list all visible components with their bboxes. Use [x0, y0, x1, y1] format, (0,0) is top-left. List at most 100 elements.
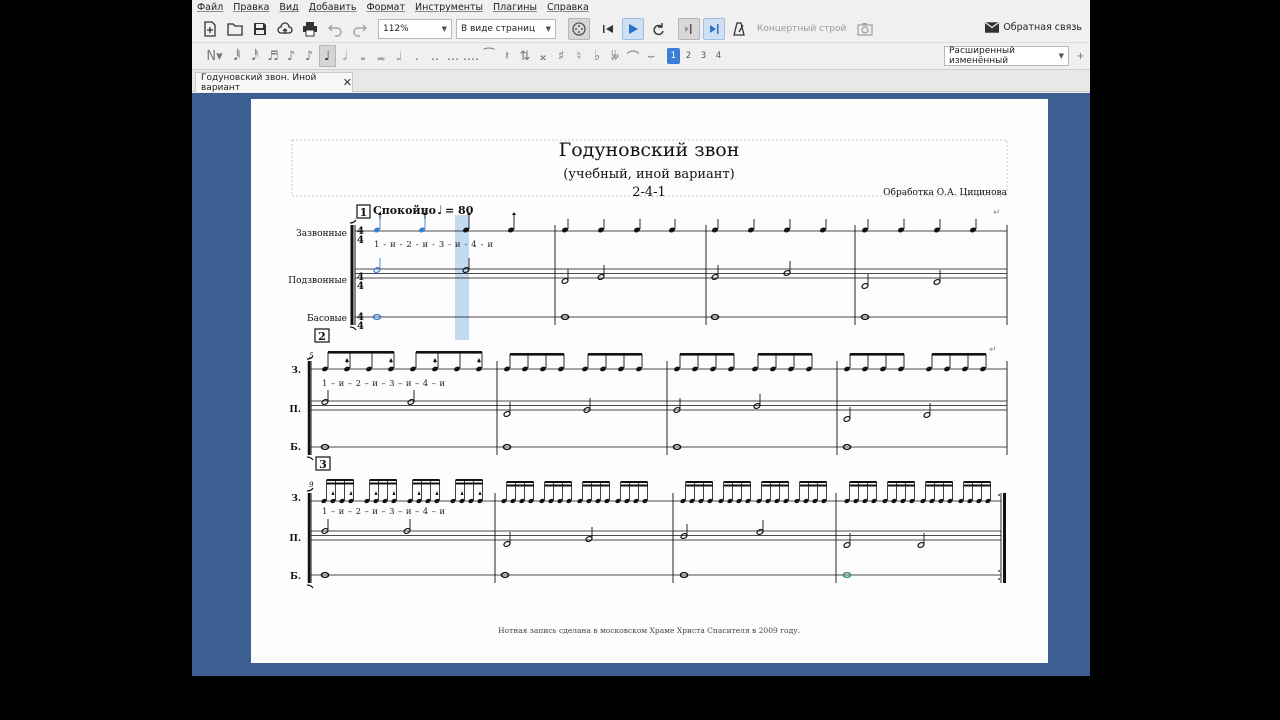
voice-tie-button[interactable]: ⌒ — [625, 45, 642, 67]
score-tab[interactable]: Годуновский звон. Иной вариант ✕ — [195, 72, 353, 93]
score-canvas[interactable]: Годуновский звон (учебный, иной вариант)… — [192, 93, 1090, 676]
menu-format[interactable]: Формат — [362, 0, 411, 15]
flip-direction-button[interactable]: ⇅ — [517, 45, 534, 67]
duration-quarter-button[interactable]: ♩ — [318, 45, 336, 67]
duration-8th-alt-button[interactable]: ♪ — [301, 45, 318, 67]
score-pattern[interactable]: 2-4-1 — [632, 185, 666, 200]
score-page[interactable]: Годуновский звон (учебный, иной вариант)… — [251, 99, 1048, 663]
staff-name-zazvonnye[interactable]: Зазвонные — [296, 229, 347, 239]
duration-longa-button[interactable]: 𝆷 — [391, 45, 408, 67]
staff-short-name-p[interactable]: П. — [289, 534, 301, 544]
concert-pitch-toggle[interactable]: Концертный строй — [757, 24, 846, 34]
dot-button[interactable]: . — [409, 45, 426, 67]
beam — [685, 481, 713, 483]
beam — [932, 353, 986, 356]
staff-short-name-b[interactable]: Б. — [290, 443, 301, 453]
bracket-hook — [306, 584, 314, 589]
lyrics-system-2[interactable]: 1 – и – 2 – и – 3 – и – 4 – и — [322, 379, 445, 389]
midi-input-button[interactable] — [567, 17, 590, 40]
rest-button[interactable]: 𝄽 — [499, 45, 516, 67]
staff-name-basovye[interactable]: Басовые — [307, 314, 347, 324]
menu-add[interactable]: Добавить — [304, 0, 362, 15]
close-icon[interactable]: ✕ — [343, 76, 352, 89]
menu-tools[interactable]: Инструменты — [410, 0, 488, 15]
accent-arrow — [435, 491, 439, 495]
loop-button[interactable] — [647, 18, 669, 40]
beam — [925, 484, 953, 487]
save-button[interactable] — [249, 18, 271, 40]
add-workspace-button[interactable]: + — [1076, 45, 1086, 67]
staff-short-name-z[interactable]: З. — [291, 494, 301, 504]
staff-short-name-p[interactable]: П. — [289, 405, 301, 415]
metronome-button[interactable] — [728, 18, 750, 40]
music-notation — [306, 212, 1008, 589]
score-subtitle[interactable]: (учебный, иной вариант) — [563, 167, 734, 182]
duration-64th-button[interactable]: 𝅘𝅥𝅱 — [229, 45, 246, 67]
voice-1-button[interactable]: 1 — [667, 48, 680, 64]
menu-view[interactable]: Вид — [274, 0, 303, 15]
loop-in-button[interactable] — [677, 17, 700, 40]
view-mode-select[interactable]: В виде страниц ▼ — [456, 18, 556, 39]
plus-icon: + — [1076, 50, 1085, 62]
double-sharp-button[interactable]: 𝄪 — [535, 45, 552, 67]
tuplet-button[interactable]: ⌣ — [643, 45, 660, 67]
print-button[interactable] — [299, 18, 321, 40]
zoom-select[interactable]: 112% ▼ — [378, 18, 452, 39]
double-flat-button[interactable]: 𝄫 — [607, 45, 624, 67]
new-score-button[interactable] — [199, 18, 221, 40]
feedback-button[interactable]: Обратная связь — [985, 22, 1082, 33]
double-dot-icon: .. — [430, 48, 440, 64]
open-button[interactable] — [224, 18, 246, 40]
tuplet-icon: ⌣ — [646, 48, 656, 64]
note-input-mode-button[interactable]: N▾ — [202, 45, 228, 67]
lyrics-system-1[interactable]: 1 - и - 2 - и - 3 - и - 4 - и — [374, 240, 494, 250]
lyrics-system-3[interactable]: 1 – и – 2 – и – 3 – и – 4 – и — [322, 507, 445, 517]
duration-16th-button[interactable]: ♬ — [265, 45, 282, 67]
beam — [544, 481, 572, 483]
triple-dot-button[interactable]: ... — [445, 45, 462, 67]
upload-cloud-button[interactable] — [274, 18, 296, 40]
beam — [412, 482, 440, 485]
flat-button[interactable]: ♭ — [589, 45, 606, 67]
duration-half-button[interactable]: 𝅗𝅥 — [337, 45, 354, 67]
quadruple-dot-button[interactable]: .... — [463, 45, 480, 67]
image-capture-button[interactable] — [854, 18, 876, 40]
accent-arrow — [512, 212, 516, 215]
undo-button[interactable] — [324, 18, 346, 40]
sharp-button[interactable]: ♯ — [553, 45, 570, 67]
menu-edit[interactable]: Правка — [228, 0, 274, 15]
menu-help[interactable]: Справка — [542, 0, 594, 15]
rehearsal-mark-1[interactable]: 1 — [360, 206, 368, 219]
loop-out-button[interactable] — [702, 17, 725, 40]
rewind-button[interactable] — [597, 18, 619, 40]
redo-button[interactable] — [349, 18, 371, 40]
play-button[interactable] — [621, 17, 644, 40]
tie-button[interactable]: ⁀ — [481, 45, 498, 67]
menu-file[interactable]: Файл — [192, 0, 228, 15]
rehearsal-mark-3[interactable]: 3 — [319, 458, 327, 471]
staff-short-name-z[interactable]: З. — [291, 366, 301, 376]
staff-short-name-b[interactable]: Б. — [290, 572, 301, 582]
staff-name-podzvonnye[interactable]: Подзвонные — [288, 276, 347, 286]
duration-32nd-button[interactable]: 𝅘𝅥𝅰 — [247, 45, 264, 67]
chevron-down-icon: ▼ — [441, 24, 447, 33]
duration-breve-button[interactable]: 𝅜 — [373, 45, 390, 67]
musescore-window: Файл Правка Вид Добавить Формат Инструме… — [192, 0, 1090, 676]
tempo-text[interactable]: Спокойно — [373, 204, 436, 217]
natural-button[interactable]: ♮ — [571, 45, 588, 67]
voice-4-button[interactable]: 4 — [712, 48, 725, 64]
score-arranger[interactable]: Обработка О.А. Цицинова — [883, 187, 1007, 198]
tie-icon: ⁀ — [483, 48, 495, 64]
note-input-toolbar: N▾ 𝅘𝅥𝅱 𝅘𝅥𝅰 ♬ ♪ ♪ ♩ 𝅗𝅥 𝅝 𝅜 𝆷 . .. ... ...… — [192, 43, 1090, 70]
duration-whole-button[interactable]: 𝅝 — [355, 45, 372, 67]
score-title[interactable]: Годуновский звон — [559, 139, 740, 161]
menu-plugins[interactable]: Плагины — [488, 0, 542, 15]
score-footer[interactable]: Нотная запись сделана в московском Храме… — [498, 626, 800, 635]
workspace-select[interactable]: Расширенный изменённый ▼ — [944, 46, 1069, 66]
rehearsal-mark-2[interactable]: 2 — [318, 330, 326, 343]
voice-3-button[interactable]: 3 — [697, 48, 710, 64]
chevron-down-icon: ▼ — [1058, 52, 1064, 60]
duration-8th-button[interactable]: ♪ — [283, 45, 300, 67]
double-dot-button[interactable]: .. — [427, 45, 444, 67]
voice-2-button[interactable]: 2 — [682, 48, 695, 64]
